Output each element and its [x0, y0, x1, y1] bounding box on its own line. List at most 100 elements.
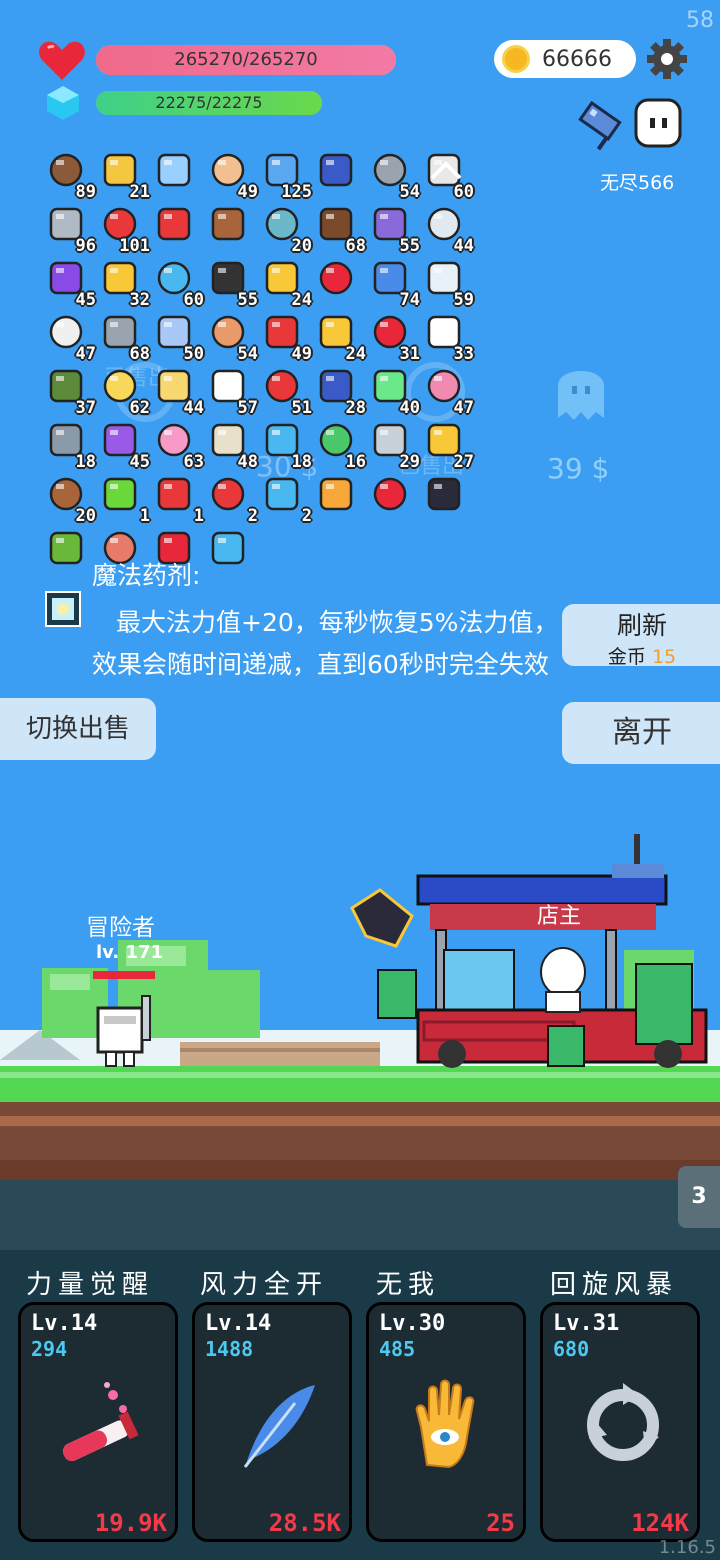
inventory-item[interactable]: 21: [96, 148, 150, 202]
item-count: 1: [193, 506, 204, 526]
switch-sell-button[interactable]: 切换出售: [0, 698, 156, 760]
endless-mode-icon[interactable]: [576, 96, 686, 158]
skill-card[interactable]: Lv.14 1488 28.5K: [192, 1302, 352, 1542]
inventory-item[interactable]: 45: [42, 256, 96, 310]
inventory-item[interactable]: [312, 256, 360, 304]
inventory-item[interactable]: 47: [42, 310, 96, 364]
inventory-item[interactable]: 29: [366, 418, 420, 472]
inventory-item[interactable]: 1: [96, 472, 150, 526]
inventory-item[interactable]: 40: [366, 364, 420, 418]
skill-upgrade-price: 124K: [631, 1509, 689, 1537]
inventory-item[interactable]: [42, 526, 90, 574]
inventory-item[interactable]: 2: [258, 472, 312, 526]
inventory-item[interactable]: [204, 202, 252, 250]
inventory-item[interactable]: 24: [258, 256, 312, 310]
page-tab[interactable]: 3: [678, 1166, 720, 1228]
inventory-item[interactable]: 59: [420, 256, 474, 310]
inventory-item[interactable]: 125: [258, 148, 312, 202]
green-monster-icon: [49, 531, 83, 565]
item-count: 89: [75, 182, 96, 202]
inventory-item[interactable]: 60: [150, 256, 204, 310]
inventory-item[interactable]: 47: [420, 364, 474, 418]
inventory-item[interactable]: 49: [204, 148, 258, 202]
inventory-item[interactable]: 18: [42, 418, 96, 472]
inventory-item[interactable]: 55: [204, 256, 258, 310]
inventory-item[interactable]: 50: [150, 310, 204, 364]
item-count: 31: [399, 344, 420, 364]
eye-hand-icon: [415, 1379, 475, 1469]
inventory-item[interactable]: 68: [96, 310, 150, 364]
skill-card[interactable]: Lv.30 485 25: [366, 1302, 526, 1542]
chevron-up-icon[interactable]: [428, 158, 464, 182]
inventory-item[interactable]: 27: [420, 418, 474, 472]
inventory-item[interactable]: [312, 472, 360, 520]
inventory-grid: 89 21 49 125 54 60 96 101 20 68 55 44 45 32 60 55 24 74 59…: [42, 148, 474, 580]
orange-scroll-icon: [319, 477, 353, 511]
item-count: 29: [399, 452, 420, 472]
item-count: 49: [291, 344, 312, 364]
leave-button[interactable]: 离开: [562, 702, 720, 764]
inventory-item[interactable]: 24: [312, 310, 366, 364]
mp-text: 22275/22275: [155, 93, 263, 112]
inventory-item[interactable]: 55: [366, 202, 420, 256]
inventory-item[interactable]: 2: [204, 472, 258, 526]
ghost-item-icon[interactable]: [552, 356, 610, 428]
refresh-button[interactable]: 刷新 金币 15: [562, 604, 720, 668]
inventory-item[interactable]: 48: [204, 418, 258, 472]
inventory-item[interactable]: 62: [96, 364, 150, 418]
inventory-item[interactable]: [312, 148, 360, 196]
item-count: 33: [453, 344, 474, 364]
item-count: 62: [129, 398, 150, 418]
inventory-item[interactable]: 44: [420, 202, 474, 256]
inventory-item[interactable]: 68: [312, 202, 366, 256]
item-count: 74: [399, 290, 420, 310]
shopkeeper-label: 店主: [537, 904, 582, 929]
skill-level: Lv.30: [379, 1311, 446, 1336]
inventory-item[interactable]: 28: [312, 364, 366, 418]
inventory-item[interactable]: 18: [258, 418, 312, 472]
inventory-item[interactable]: [366, 472, 414, 520]
hp-row: 265270/265270: [38, 38, 396, 82]
skill-card[interactable]: Lv.31 680 124K: [540, 1302, 700, 1542]
inventory-item[interactable]: [204, 526, 252, 574]
item-count: 50: [183, 344, 204, 364]
inventory-item[interactable]: 37: [42, 364, 96, 418]
inventory-item[interactable]: 20: [258, 202, 312, 256]
gear-icon[interactable]: [646, 38, 688, 80]
hero-level: lv. 171: [96, 942, 164, 963]
inventory-item[interactable]: 63: [150, 418, 204, 472]
item-count: 125: [281, 182, 312, 202]
inventory-item[interactable]: 20: [42, 472, 96, 526]
inventory-item[interactable]: 1: [150, 472, 204, 526]
inventory-item[interactable]: [150, 148, 198, 196]
inventory-item[interactable]: [420, 472, 468, 520]
inventory-item[interactable]: 16: [312, 418, 366, 472]
inventory-item[interactable]: [150, 202, 198, 250]
fps-counter: 58: [686, 8, 714, 33]
skill-name: 风力全开: [200, 1270, 329, 1300]
inventory-item[interactable]: 101: [96, 202, 150, 256]
item-count: 20: [75, 506, 96, 526]
inventory-item[interactable]: 49: [258, 310, 312, 364]
inventory-item[interactable]: 51: [258, 364, 312, 418]
refresh-cost: 金币 15: [607, 646, 677, 668]
inventory-item[interactable]: 45: [96, 418, 150, 472]
skill-mana-cost: 1488: [205, 1337, 254, 1361]
item-count: 32: [129, 290, 150, 310]
inventory-item[interactable]: 54: [204, 310, 258, 364]
inventory-item[interactable]: 57: [204, 364, 258, 418]
item-count: 37: [75, 398, 96, 418]
skill-card[interactable]: Lv.14 294 19.9K: [18, 1302, 178, 1542]
inventory-item[interactable]: 96: [42, 202, 96, 256]
inventory-item[interactable]: 44: [150, 364, 204, 418]
inventory-item[interactable]: 89: [42, 148, 96, 202]
magnifier-icon: [157, 153, 191, 187]
lime-icon: [103, 477, 137, 511]
inventory-item[interactable]: 74: [366, 256, 420, 310]
item-count: 55: [399, 236, 420, 256]
inventory-item[interactable]: 31: [366, 310, 420, 364]
item-count: 21: [129, 182, 150, 202]
inventory-item[interactable]: 54: [366, 148, 420, 202]
inventory-item[interactable]: 32: [96, 256, 150, 310]
inventory-item[interactable]: 33: [420, 310, 474, 364]
